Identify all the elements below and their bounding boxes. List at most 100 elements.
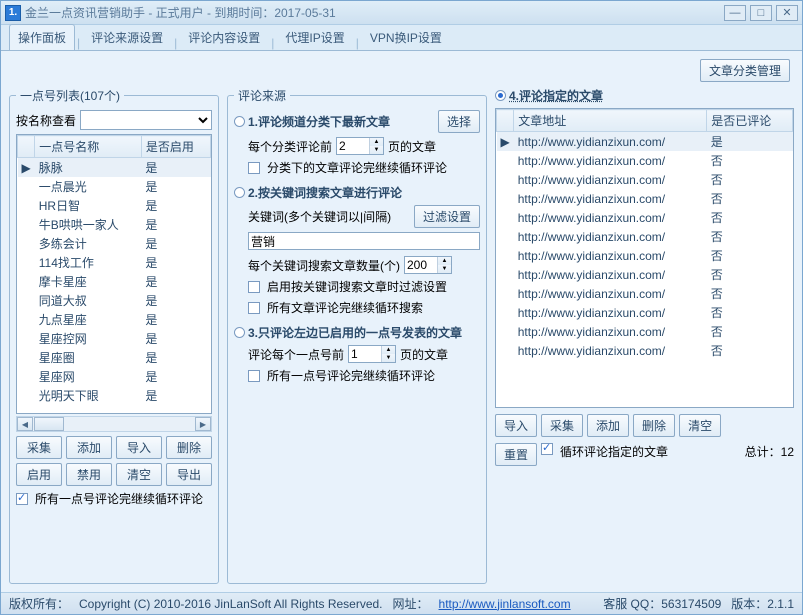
right-column: 4.评论指定的文章 文章地址 是否已评论 ▶http://www.yidianz… [495,87,794,584]
table-row[interactable]: 星座控网是 [18,329,211,348]
total-count: 总计：12 [745,443,794,466]
status-bar: 版权所有： Copyright (C) 2010-2016 JinLanSoft… [1,592,802,614]
filter-settings-button[interactable]: 过滤设置 [414,205,480,228]
sec3-loop-check[interactable] [248,370,260,382]
comment-source-panel: 评论来源 1.评论频道分类下最新文章 选择 每个分类评论前 ▲▼ 页的文章 [227,87,487,584]
loop-all-accounts-check[interactable] [16,493,28,505]
source-4-radio[interactable] [495,90,506,101]
table-row[interactable]: http://www.yidianzixun.com/否 [497,303,793,322]
col-commented: 是否已评论 [707,110,793,132]
table-row[interactable]: 星座圈是 [18,348,211,367]
table-row[interactable]: http://www.yidianzixun.com/否 [497,189,793,208]
sec3-pages-suffix: 页的文章 [400,346,448,363]
site-label: 网址： [393,595,429,612]
select-category-button[interactable]: 选择 [438,110,480,133]
copyright-label: 版权所有： [9,595,69,612]
source-4-title: 4.评论指定的文章 [509,87,603,104]
source-1-radio[interactable] [234,116,245,127]
delete-button[interactable]: 删除 [166,436,212,459]
sec3-loop-label: 所有一点号评论完继续循环评论 [267,367,435,384]
source-2-radio[interactable] [234,187,245,198]
sec3-pages-spinner[interactable]: ▲▼ [348,345,396,363]
table-row[interactable]: 牛B哄哄一家人是 [18,215,211,234]
table-row[interactable]: 同道大叔是 [18,291,211,310]
sec2-filter-check[interactable] [248,281,260,293]
import-button[interactable]: 导入 [116,436,162,459]
table-row[interactable]: ▶脉脉是 [18,158,211,178]
tab-comment-source[interactable]: 评论来源设置 [82,24,172,50]
source-1-title: 1.评论频道分类下最新文章 [248,113,390,130]
table-row[interactable]: http://www.yidianzixun.com/否 [497,265,793,284]
app-window: 1. 金兰一点资讯营销助手 - 正式用户 - 到期时间：2017-05-31 —… [0,0,803,615]
filter-label: 按名称查看 [16,112,76,129]
qq-text: 客服 QQ：563174509 [603,595,721,612]
article-clear-button[interactable]: 清空 [679,414,721,437]
disable-button[interactable]: 禁用 [66,463,112,486]
table-row[interactable]: 九点星座是 [18,310,211,329]
table-row[interactable]: 摩卡星座是 [18,272,211,291]
table-row[interactable]: http://www.yidianzixun.com/否 [497,151,793,170]
export-button[interactable]: 导出 [166,463,212,486]
enable-button[interactable]: 启用 [16,463,62,486]
minimize-button[interactable]: — [724,5,746,21]
source-2-title: 2.按关键词搜索文章进行评论 [248,184,402,201]
col-enabled: 是否启用 [141,136,210,158]
keyword-count-label: 每个关键词搜索文章数量(个) [248,257,400,274]
tab-operation-panel[interactable]: 操作面板 [9,24,75,50]
sec2-loop-check[interactable] [248,302,260,314]
content-area: 文章分类管理 一点号列表(107个) 按名称查看 一点号名称 是否启用 [1,51,802,592]
reset-button[interactable]: 重置 [495,443,537,466]
sec1-loop-check[interactable] [248,162,260,174]
table-row[interactable]: http://www.yidianzixun.com/否 [497,341,793,360]
table-row[interactable]: http://www.yidianzixun.com/否 [497,322,793,341]
table-row[interactable]: http://www.yidianzixun.com/否 [497,284,793,303]
table-row[interactable]: http://www.yidianzixun.com/否 [497,170,793,189]
category-manage-button[interactable]: 文章分类管理 [700,59,790,82]
keyword-count-spinner[interactable]: ▲▼ [404,256,452,274]
h-scrollbar[interactable]: ◀▶ [16,416,212,432]
table-row[interactable]: http://www.yidianzixun.com/否 [497,227,793,246]
tab-proxy-ip[interactable]: 代理IP设置 [276,24,353,50]
table-row[interactable]: HR日智是 [18,196,211,215]
close-button[interactable]: ✕ [776,5,798,21]
titlebar: 1. 金兰一点资讯营销助手 - 正式用户 - 到期时间：2017-05-31 —… [1,1,802,25]
article-add-button[interactable]: 添加 [587,414,629,437]
keyword-count-input[interactable] [405,257,437,273]
table-row[interactable]: http://www.yidianzixun.com/否 [497,208,793,227]
table-row[interactable]: 多练会计是 [18,234,211,253]
clear-button[interactable]: 清空 [116,463,162,486]
site-link[interactable]: http://www.jinlansoft.com [439,597,571,611]
keyword-input[interactable] [248,232,480,250]
maximize-button[interactable]: □ [750,5,772,21]
loop-all-accounts-label: 所有一点号评论完继续循环评论 [35,490,203,507]
sec1-pages-suffix: 页的文章 [388,138,436,155]
article-delete-button[interactable]: 删除 [633,414,675,437]
sec2-loop-label: 所有文章评论完继续循环搜索 [267,299,423,316]
table-row[interactable]: 一点晨光是 [18,177,211,196]
tab-comment-content[interactable]: 评论内容设置 [179,24,269,50]
article-import-button[interactable]: 导入 [495,414,537,437]
source-3-radio[interactable] [234,327,245,338]
table-row[interactable]: 114找工作是 [18,253,211,272]
table-row[interactable]: http://www.yidianzixun.com/否 [497,246,793,265]
account-list-legend: 一点号列表(107个) [16,87,124,104]
sec2-filter-label: 启用按关键词搜索文章时过滤设置 [267,278,447,295]
table-row[interactable]: 光明天下眼是 [18,386,211,405]
comment-source-legend: 评论来源 [234,87,290,104]
copyright-text: Copyright (C) 2010-2016 JinLanSoft All R… [79,597,383,611]
loop-articles-check[interactable] [541,443,553,455]
article-collect-button[interactable]: 采集 [541,414,583,437]
sec1-pages-input[interactable] [337,138,369,154]
sec1-pages-prefix: 每个分类评论前 [248,138,332,155]
sec1-pages-spinner[interactable]: ▲▼ [336,137,384,155]
table-row[interactable]: 星座网是 [18,367,211,386]
tab-vpn-ip[interactable]: VPN换IP设置 [361,24,451,50]
add-button[interactable]: 添加 [66,436,112,459]
account-table[interactable]: 一点号名称 是否启用 ▶脉脉是一点晨光是HR日智是牛B哄哄一家人是多练会计是11… [16,134,212,414]
account-list-panel: 一点号列表(107个) 按名称查看 一点号名称 是否启用 ▶脉脉是一点晨光是HR… [9,87,219,584]
table-row[interactable]: ▶http://www.yidianzixun.com/是 [497,132,793,152]
sec3-pages-input[interactable] [349,346,381,362]
article-table[interactable]: 文章地址 是否已评论 ▶http://www.yidianzixun.com/是… [495,108,794,408]
filter-select[interactable] [80,110,212,130]
collect-button[interactable]: 采集 [16,436,62,459]
